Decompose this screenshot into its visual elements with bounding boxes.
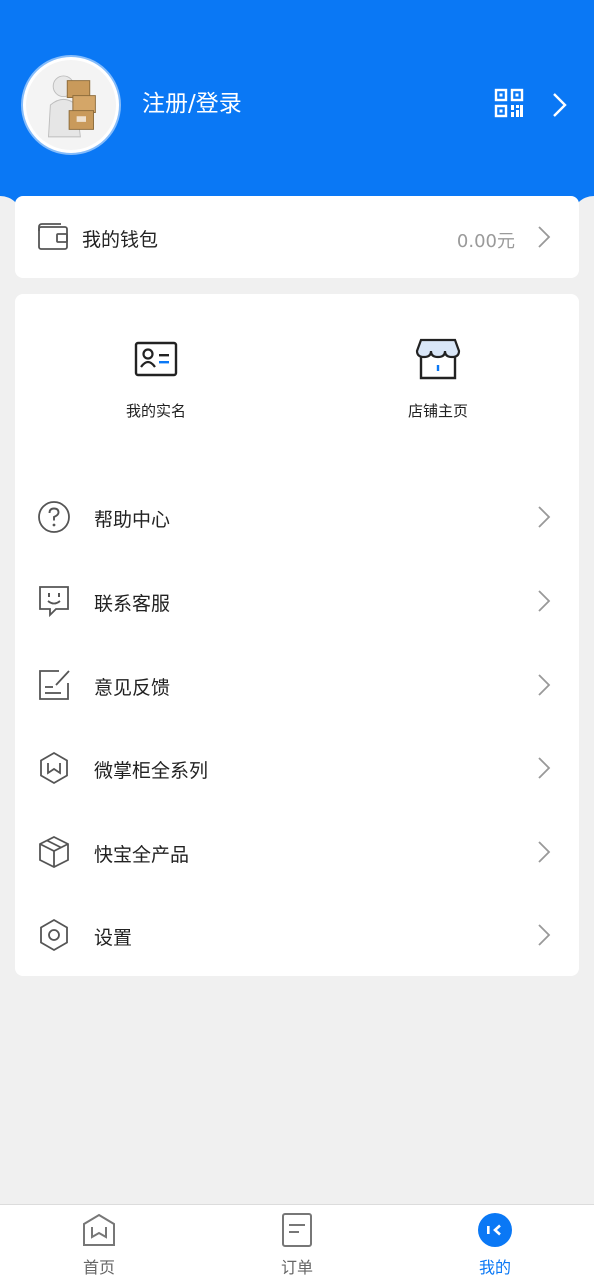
- menu-item-weizhanggui[interactable]: 微掌柜全系列: [15, 738, 579, 798]
- tab-label: 我的: [478, 1258, 511, 1277]
- chevron-right-icon: [538, 757, 551, 779]
- menu-card: 我的实名 店铺主页 帮助中心 联系客服 意见反馈 微掌柜全系列 快宝全产品 设置: [15, 294, 579, 976]
- quick-link-store[interactable]: 店铺主页: [358, 336, 518, 421]
- chevron-right-icon[interactable]: [550, 92, 568, 118]
- login-register-link[interactable]: 注册/登录: [142, 84, 242, 118]
- wallet-label: 我的钱包: [82, 229, 159, 251]
- tab-mine[interactable]: 我的: [430, 1205, 560, 1280]
- bottom-tab-bar: 首页 订单 我的: [0, 1204, 594, 1280]
- menu-item-label: 联系客服: [94, 593, 171, 615]
- box-icon: [39, 835, 69, 869]
- menu-item-label: 意见反馈: [94, 677, 171, 699]
- quick-link-label: 店铺主页: [407, 402, 468, 420]
- tab-label: 首页: [82, 1258, 115, 1277]
- chevron-right-icon: [538, 506, 551, 528]
- chevron-right-icon: [538, 841, 551, 863]
- menu-item-feedback[interactable]: 意见反馈: [15, 655, 579, 715]
- home-icon: [83, 1213, 115, 1246]
- chevron-right-icon: [538, 674, 551, 696]
- wallet-balance: 0.00元: [456, 231, 515, 252]
- wallet-icon: [38, 223, 68, 250]
- profile-icon: [478, 1213, 512, 1247]
- chevron-right-icon: [538, 924, 551, 946]
- avatar[interactable]: [23, 57, 119, 153]
- quick-link-realname[interactable]: 我的实名: [76, 336, 236, 421]
- menu-item-label: 设置: [94, 927, 133, 949]
- tab-label: 订单: [280, 1258, 313, 1277]
- menu-item-customer-service[interactable]: 联系客服: [15, 571, 579, 631]
- avatar-image: [26, 60, 116, 150]
- settings-icon: [40, 918, 68, 952]
- id-card-icon: [134, 341, 178, 377]
- wallet-row[interactable]: 我的钱包 0.00元: [15, 196, 579, 278]
- qr-code-icon[interactable]: [494, 88, 524, 118]
- order-icon: [282, 1213, 312, 1247]
- customer-service-icon: [39, 586, 69, 618]
- menu-item-help[interactable]: 帮助中心: [15, 487, 579, 547]
- menu-item-label: 帮助中心: [94, 509, 171, 531]
- tab-orders[interactable]: 订单: [232, 1205, 362, 1280]
- help-icon: [38, 501, 70, 533]
- menu-item-label: 微掌柜全系列: [94, 760, 209, 782]
- hexagon-w-icon: [40, 751, 68, 785]
- quick-link-label: 我的实名: [125, 402, 186, 420]
- feedback-icon: [39, 670, 70, 700]
- chevron-right-icon: [538, 226, 551, 248]
- chevron-right-icon: [538, 590, 551, 612]
- store-icon: [415, 338, 461, 380]
- menu-item-kuaibao-products[interactable]: 快宝全产品: [15, 822, 579, 882]
- menu-item-settings[interactable]: 设置: [15, 905, 579, 965]
- menu-item-label: 快宝全产品: [94, 844, 190, 866]
- tab-home[interactable]: 首页: [34, 1205, 164, 1280]
